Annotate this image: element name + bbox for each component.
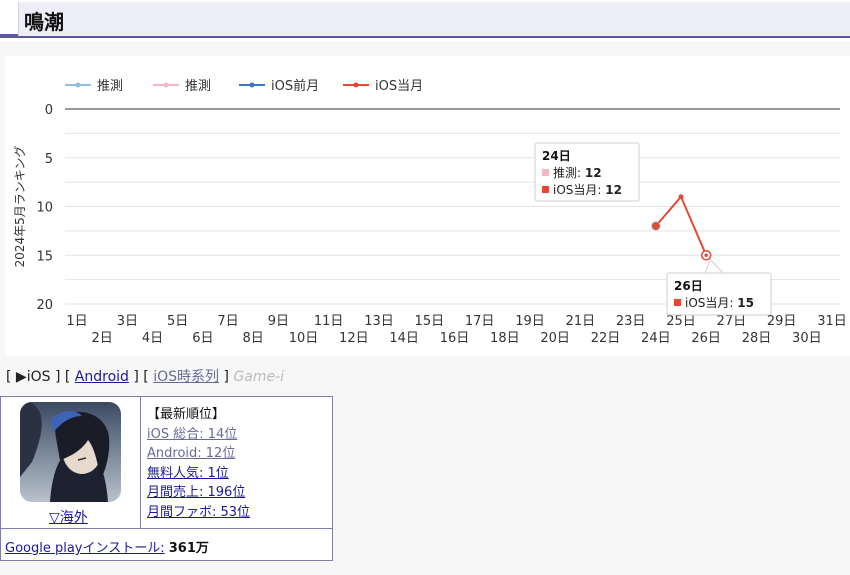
x-tick-label: 25日 <box>666 314 696 329</box>
x-tick-label: 16日 <box>440 331 470 346</box>
tab-bracket: ] <box>54 369 61 385</box>
y-tick-label: 10 <box>36 201 53 216</box>
x-tick-label: 27日 <box>717 314 747 329</box>
tooltip-value: 12 <box>585 166 602 180</box>
x-tick-label: 1日 <box>66 314 87 329</box>
legend-label: iOS前月 <box>271 78 319 94</box>
tooltip-value: 15 <box>737 296 754 310</box>
x-tick-label: 11日 <box>314 314 344 329</box>
page-title: 鳴潮 <box>24 10 64 34</box>
tab-bracket: ] <box>223 369 229 385</box>
x-tick-label: 2日 <box>92 331 113 346</box>
x-tick-label: 29日 <box>767 314 797 329</box>
y-axis-label: 2024年5月ランキング <box>13 146 27 268</box>
rank-ios-overall[interactable]: iOS 総合: 14位 <box>147 425 250 445</box>
x-tick-label: 30日 <box>792 331 822 346</box>
app-icon[interactable] <box>20 402 121 502</box>
tab-bracket: ] <box>133 369 139 385</box>
platform-tabs: [ ▶iOS ] [ Android ] [ iOS時系列 ] Game-i <box>6 366 284 386</box>
tooltip-title: 26日 <box>674 279 703 293</box>
data-point <box>678 194 684 200</box>
tab-android[interactable]: Android <box>75 369 129 385</box>
rank-android[interactable]: Android: 12位 <box>147 444 250 464</box>
y-tick-label: 15 <box>36 249 53 264</box>
hover-marker <box>651 221 661 231</box>
tab-bracket: [ <box>64 369 71 385</box>
x-tick-label: 28日 <box>742 331 772 346</box>
title-bar-panel <box>18 2 850 36</box>
tooltip-swatch <box>542 169 549 176</box>
x-tick-label: 14日 <box>389 331 419 346</box>
tooltip-row: iOS当月: 12 <box>553 183 622 197</box>
x-tick-label: 5日 <box>167 314 188 329</box>
tooltip-pointer <box>704 258 725 274</box>
tab-bracket: [ <box>143 369 149 385</box>
ranking-chart: 推測 推測 iOS前月 iOS当月 0 5 10 15 20 2024年5月ランキング 1日 2日 3日… <box>5 56 850 356</box>
region-link[interactable]: ▽海外 <box>49 507 88 527</box>
x-tick-label: 15日 <box>415 314 445 329</box>
tooltip-row: iOS当月: 15 <box>685 296 754 310</box>
legend-marker <box>353 82 359 88</box>
tab-ios-current: ▶iOS <box>15 369 51 385</box>
app-icon-cell: ▽海外 <box>1 397 141 528</box>
google-play-install-link[interactable]: Google playインストール: <box>5 541 165 556</box>
ranking-chart-svg: 推測 推測 iOS前月 iOS当月 0 5 10 15 20 2024年5月ランキング 1日 2日 3日… <box>13 78 847 346</box>
x-tick-label: 21日 <box>566 314 596 329</box>
x-tick-label: 20日 <box>540 331 570 346</box>
latest-rank-list: 【最新順位】 iOS 総合: 14位 Android: 12位 無料人気: 1位… <box>147 405 250 522</box>
y-tick-label: 0 <box>45 103 53 118</box>
y-tick-label: 5 <box>45 152 53 167</box>
x-tick-label: 6日 <box>192 331 213 346</box>
hover-marker-dot <box>704 253 708 258</box>
legend-label: 推測 <box>97 79 123 94</box>
tab-game-i: Game-i <box>233 369 285 385</box>
rank-monthly-favorites[interactable]: 月間ファボ: 53位 <box>147 503 250 523</box>
tooltip-swatch <box>674 299 681 306</box>
install-count: 361万 <box>168 541 209 556</box>
install-row: Google playインストール: 361万 <box>1 528 332 560</box>
x-tick-label: 13日 <box>364 314 394 329</box>
tab-bracket: [ <box>6 369 12 385</box>
legend-label: 推測 <box>185 79 211 94</box>
x-tick-label: 17日 <box>465 314 495 329</box>
x-tick-label: 7日 <box>217 314 238 329</box>
x-tick-label: 23日 <box>616 314 646 329</box>
x-tick-label: 24日 <box>641 331 671 346</box>
y-tick-label: 20 <box>36 298 53 313</box>
x-tick-label: 31日 <box>817 314 847 329</box>
x-tick-label: 18日 <box>490 331 520 346</box>
title-bar: 鳴潮 <box>0 0 850 42</box>
tooltip-swatch <box>542 186 549 193</box>
app-icon-art <box>20 402 121 502</box>
x-tick-label: 8日 <box>243 331 264 346</box>
tooltip-row: 推測: 12 <box>553 166 602 180</box>
rank-free-popular[interactable]: 無料人気: 1位 <box>147 464 250 484</box>
legend-marker <box>75 82 81 88</box>
x-tick-label: 3日 <box>117 314 138 329</box>
x-tick-label: 12日 <box>339 331 369 346</box>
legend-label: iOS当月 <box>375 79 423 94</box>
x-tick-label: 10日 <box>289 331 319 346</box>
tooltip-value: 12 <box>605 183 622 197</box>
legend-marker <box>249 82 255 88</box>
latest-rank-heading: 【最新順位】 <box>147 407 226 422</box>
x-tick-label: 19日 <box>515 314 545 329</box>
tooltip-title: 24日 <box>542 149 571 163</box>
x-tick-label: 22日 <box>591 331 621 346</box>
app-info-box: ▽海外 【最新順位】 iOS 総合: 14位 Android: 12位 無料人気… <box>0 396 333 561</box>
series-line <box>655 194 708 256</box>
x-tick-label: 9日 <box>268 314 289 329</box>
x-tick-label: 26日 <box>691 331 721 346</box>
x-tick-label: 4日 <box>142 331 163 346</box>
rank-monthly-sales[interactable]: 月間売上: 196位 <box>147 483 250 503</box>
tab-ios-timeseries[interactable]: iOS時系列 <box>153 369 219 385</box>
legend-marker <box>163 82 169 88</box>
